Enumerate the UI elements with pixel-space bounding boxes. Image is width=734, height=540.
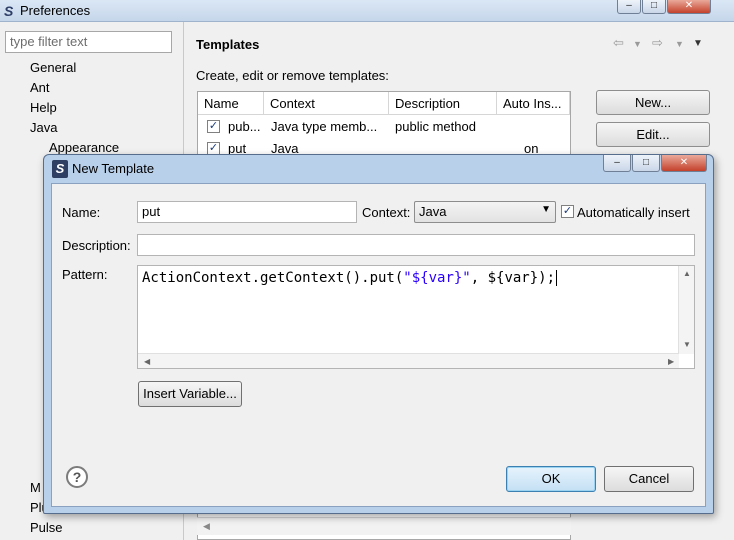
pattern-horizontal-scrollbar[interactable]: ◀ ▶	[138, 353, 679, 368]
view-menu-icon[interactable]: ▼	[693, 38, 703, 49]
insert-variable-button[interactable]: Insert Variable...	[138, 381, 242, 407]
table-horizontal-scrollbar[interactable]: ◀	[197, 517, 571, 535]
minimize-button[interactable]: –	[617, 0, 641, 14]
tree-item-m[interactable]: M	[30, 480, 41, 495]
scroll-down-icon[interactable]: ▼	[683, 340, 691, 349]
pattern-prefix: ActionContext.getContext().put(	[142, 270, 404, 286]
text-caret	[556, 270, 558, 286]
row-context: Java type memb...	[271, 119, 378, 134]
tree-item-general[interactable]: General	[30, 60, 76, 75]
help-icon[interactable]: ?	[66, 466, 88, 488]
column-header-name[interactable]: Name	[198, 92, 264, 115]
scroll-left-icon[interactable]: ◀	[203, 521, 210, 532]
table-row[interactable]: ✓ pub... Java type memb... public method	[198, 116, 570, 138]
column-header-auto-insert[interactable]: Auto Ins...	[497, 92, 570, 115]
tree-item-appearance[interactable]: Appearance	[49, 140, 119, 155]
forward-arrow-icon[interactable]: ⇨	[652, 35, 663, 51]
tree-item-pulse[interactable]: Pulse	[30, 520, 63, 535]
cancel-button[interactable]: Cancel	[604, 466, 694, 492]
name-field[interactable]: put	[137, 201, 357, 223]
column-header-context[interactable]: Context	[264, 92, 389, 115]
forward-menu-icon[interactable]: ▼	[675, 39, 684, 49]
row-name: pub...	[228, 119, 261, 134]
tree-item-ant[interactable]: Ant	[30, 80, 50, 95]
context-value: Java	[419, 204, 447, 219]
edit-template-button[interactable]: Edit...	[596, 122, 710, 147]
dialog-maximize-button[interactable]: □	[632, 155, 660, 172]
maximize-button[interactable]: □	[642, 0, 666, 14]
back-arrow-icon[interactable]: ⇦	[613, 35, 624, 51]
scroll-up-icon[interactable]: ▲	[683, 269, 691, 278]
dialog-titlebar: S New Template – □ ✕	[44, 155, 713, 183]
preferences-titlebar: S Preferences – □ ✕	[0, 0, 734, 22]
tree-item-java[interactable]: Java	[30, 120, 57, 135]
templates-description: Create, edit or remove templates:	[196, 68, 389, 83]
name-label: Name:	[62, 205, 101, 220]
window-title: Preferences	[20, 3, 91, 18]
dialog-close-button[interactable]: ✕	[661, 155, 707, 172]
pattern-suffix: , ${var});	[470, 270, 556, 286]
context-label: Context:	[362, 205, 411, 220]
row-checkbox[interactable]: ✓	[207, 120, 220, 133]
chevron-down-icon: ▼	[541, 204, 551, 215]
pattern-code: ActionContext.getContext().put("${var}",…	[142, 270, 558, 286]
tree-item-help[interactable]: Help	[30, 100, 57, 115]
eclipse-logo-icon: S	[52, 160, 68, 178]
close-button[interactable]: ✕	[667, 0, 711, 14]
column-header-description[interactable]: Description	[389, 92, 497, 115]
auto-insert-checkbox[interactable]: ✓	[561, 205, 574, 218]
pattern-label: Pattern:	[62, 267, 108, 282]
pattern-string-literal: "${var}"	[403, 270, 471, 286]
page-title: Templates	[196, 37, 260, 52]
eclipse-logo-icon: S	[4, 3, 14, 19]
auto-insert-label[interactable]: Automatically insert	[577, 205, 690, 220]
pattern-vertical-scrollbar[interactable]: ▲ ▼	[678, 266, 694, 354]
back-menu-icon[interactable]: ▼	[633, 39, 642, 49]
pattern-editor[interactable]: ActionContext.getContext().put("${var}",…	[137, 265, 695, 369]
dialog-minimize-button[interactable]: –	[603, 155, 631, 172]
context-select[interactable]: Java ▼	[414, 201, 556, 223]
scroll-right-icon[interactable]: ▶	[668, 357, 674, 366]
dialog-title: New Template	[72, 161, 155, 176]
description-label: Description:	[62, 238, 131, 253]
row-description: public method	[395, 119, 476, 134]
filter-input[interactable]: type filter text	[5, 31, 172, 53]
ok-button[interactable]: OK	[506, 466, 596, 492]
description-field[interactable]	[137, 234, 695, 256]
scroll-left-icon[interactable]: ◀	[144, 357, 150, 366]
new-template-button[interactable]: New...	[596, 90, 710, 115]
